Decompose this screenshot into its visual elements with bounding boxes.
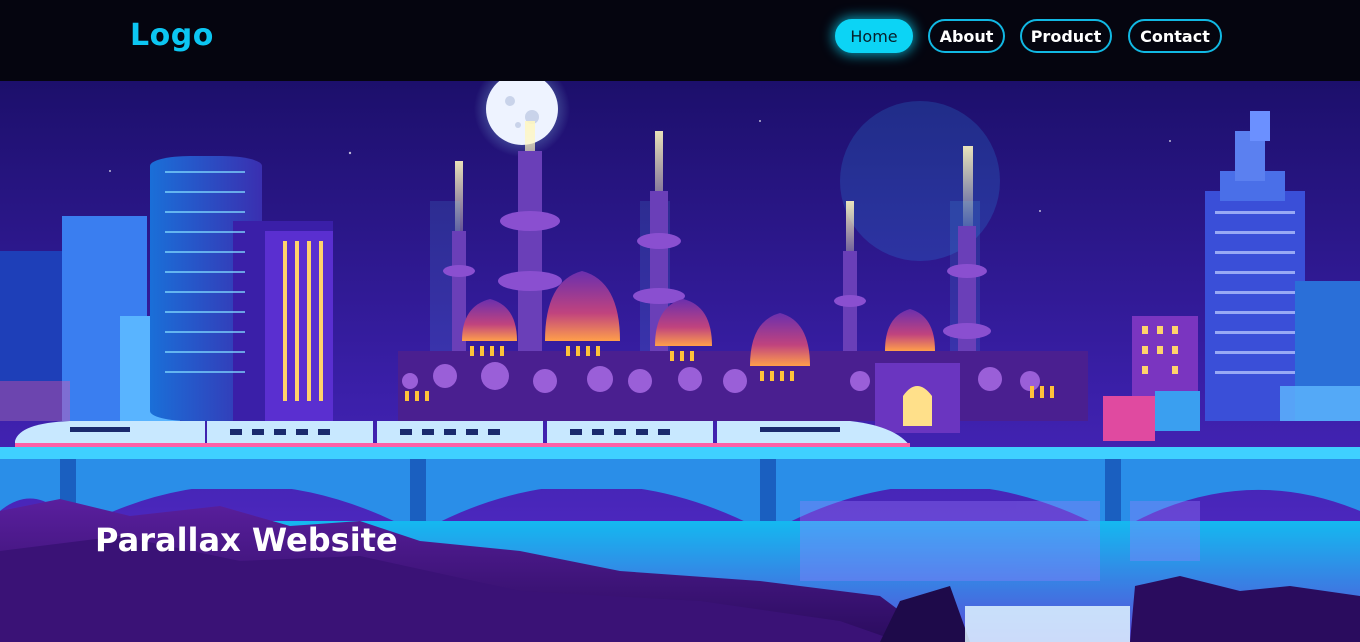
- nav-home-button[interactable]: Home: [835, 19, 913, 53]
- hero-scene: Parallax Website: [0, 81, 1360, 642]
- nav-about-button[interactable]: About: [928, 19, 1005, 53]
- nav-contact-button[interactable]: Contact: [1128, 19, 1222, 53]
- site-header: Logo Home About Product Contact: [0, 0, 1360, 81]
- train: [15, 421, 910, 447]
- hero-heading: Parallax Website: [95, 521, 398, 559]
- nav-product-button[interactable]: Product: [1020, 19, 1112, 53]
- page: Logo Home About Product Contact Parallax…: [0, 0, 1360, 642]
- main-nav: Home About Product Contact: [0, 19, 1360, 57]
